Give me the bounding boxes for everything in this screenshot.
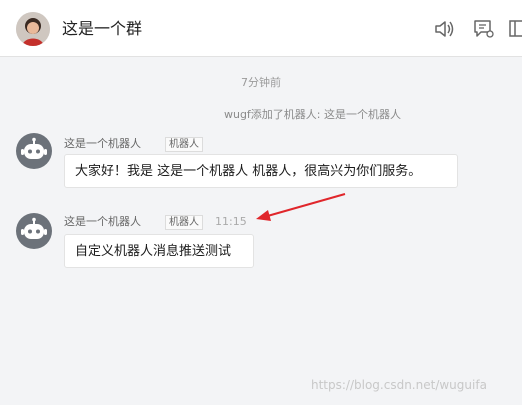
chat-header: 这是一个群 <box>0 0 522 57</box>
time-divider: 7分钟前 <box>241 76 281 89</box>
robot-tag: 机器人 <box>165 137 203 152</box>
layout-icon[interactable] <box>508 19 522 39</box>
robot-avatar[interactable] <box>16 213 52 249</box>
message-bubble[interactable]: 自定义机器人消息推送测试 <box>64 234 254 268</box>
system-message: wugf添加了机器人: 这是一个机器人 <box>223 108 402 121</box>
robot-icon <box>21 217 47 239</box>
robot-avatar[interactable] <box>16 133 52 169</box>
message-settings-icon[interactable] <box>473 19 495 39</box>
watermark: https://blog.csdn.net/wuguifa <box>311 378 487 392</box>
group-title: 这是一个群 <box>62 19 143 38</box>
speaker-icon[interactable] <box>433 19 455 39</box>
message-time: 11:15 <box>215 215 247 228</box>
message-bubble[interactable]: 大家好！我是 这是一个机器人 机器人，很高兴为你们服务。 <box>64 154 458 188</box>
annotation-arrow <box>256 193 346 221</box>
robot-tag: 机器人 <box>165 215 203 230</box>
robot-icon <box>21 137 47 159</box>
message-sender: 这是一个机器人 <box>64 215 141 228</box>
group-avatar[interactable] <box>16 12 50 46</box>
message-sender: 这是一个机器人 <box>64 137 141 150</box>
